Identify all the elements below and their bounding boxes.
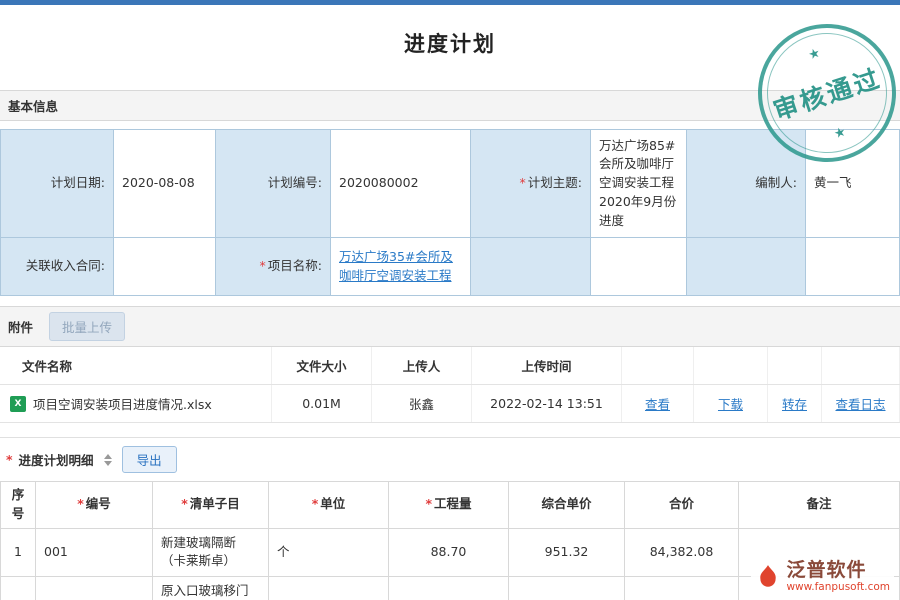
basic-info-table: 计划日期:2020-08-08计划编号:2020080002*计划主题:万达广场…	[0, 129, 900, 296]
detail-cell: 1,173.60	[389, 577, 509, 600]
detail-cell: 2	[1, 577, 36, 600]
detail-cell: 新建玻璃隔断（卡莱斯卓）	[153, 529, 269, 578]
action-cell: 下载	[694, 385, 768, 422]
detail-col-header-7: 备注	[739, 482, 900, 529]
page-title: 进度计划	[0, 28, 900, 58]
plan-subject-value: 万达广场85#会所及咖啡厅空调安装工程2020年9月份进度	[591, 130, 687, 238]
income-contract-label: 关联收入合同:	[1, 238, 114, 296]
uploader-cell: 张鑫	[372, 385, 472, 422]
empty-a-label	[471, 238, 591, 296]
attachment-row: X 项目空调安装项目进度情况.xlsx 0.01M张鑫2022-02-14 13:5…	[0, 385, 900, 423]
attachments-section: 附件 批量上传 文件名称文件大小上传人上传时间 X 项目空调安装项目进度情况.xl…	[0, 306, 900, 423]
required-marker: *	[181, 495, 188, 514]
detail-cell: 001	[36, 529, 153, 578]
attachment-action-link[interactable]: 查看	[645, 394, 670, 413]
plan-date-label: 计划日期:	[1, 130, 114, 238]
action-cell: 查看日志	[822, 385, 900, 422]
stamp-star-icon: ★	[807, 46, 823, 64]
attach-col-header-action	[694, 347, 768, 384]
detail-col-header-0: 序号	[1, 482, 36, 529]
plan-details-header-bar: * 进度计划明细 导出	[0, 438, 900, 481]
attachments-table: 文件名称文件大小上传人上传时间 X 项目空调安装项目进度情况.xlsx 0.01M张…	[0, 347, 900, 423]
detail-col-header-6: 合价	[625, 482, 739, 529]
basic-info-row-1: 计划日期:2020-08-08计划编号:2020080002*计划主题:万达广场…	[1, 130, 900, 238]
empty-b-label	[687, 238, 806, 296]
project-name-label: *项目名称:	[216, 238, 331, 296]
attachment-action-link[interactable]: 下载	[718, 394, 743, 413]
detail-cell: 484.96	[509, 577, 625, 600]
income-contract-value	[114, 238, 216, 296]
excel-file-icon: X	[10, 396, 26, 412]
basic-info-row-2: 关联收入合同: *项目名称:万达广场35#会所及咖啡厅空调安装工程	[1, 238, 900, 296]
attach-col-header-0: 文件名称	[0, 347, 272, 384]
detail-cell: 个	[269, 577, 389, 600]
required-marker: *	[77, 495, 84, 514]
detail-cell: 88.70	[389, 529, 509, 578]
attachments-section-title: 附件	[8, 317, 33, 336]
plan-details-table-header: 序号*编号*清单子目*单位*工程量综合单价合价备注	[1, 482, 900, 529]
detail-col-header-1: *编号	[36, 482, 153, 529]
action-cell: 转存	[768, 385, 822, 422]
action-cell: 查看	[622, 385, 694, 422]
attach-col-header-1: 文件大小	[272, 347, 372, 384]
detail-cell: 个	[269, 529, 389, 578]
attach-col-header-action	[622, 347, 694, 384]
fanpu-logo-icon	[755, 564, 781, 590]
attach-col-header-3: 上传时间	[472, 347, 622, 384]
detail-cell: 002	[36, 577, 153, 600]
detail-cell: 1	[1, 529, 36, 578]
detail-cell: 84,382.08	[625, 529, 739, 578]
project-name-link[interactable]: 万达广场35#会所及咖啡厅空调安装工程	[339, 248, 462, 286]
required-marker: *	[312, 495, 319, 514]
export-button[interactable]: 导出	[122, 446, 177, 473]
attach-col-header-action	[822, 347, 900, 384]
vendor-url: www.fanpusoft.com	[786, 581, 890, 593]
plan-details-section-title: 进度计划明细	[19, 450, 94, 469]
vendor-name: 泛普软件	[786, 560, 890, 581]
upload-time-cell: 2022-02-14 13:51	[472, 385, 622, 422]
required-marker: *	[260, 257, 266, 276]
top-accent-bar	[0, 0, 900, 5]
attachments-header-bar: 附件 批量上传	[0, 306, 900, 347]
detail-cell: 原入口玻璃移门拆装、拆除门及隔墙	[153, 577, 269, 600]
required-marker: *	[6, 452, 13, 467]
detail-col-header-5: 综合单价	[509, 482, 625, 529]
progress-plan-page: 进度计划 ★ 审核通过 ★ 基本信息 计划日期:2020-08-08计划编号:2…	[0, 0, 900, 600]
plan-date-value: 2020-08-08	[114, 130, 216, 238]
empty-a-value	[591, 238, 687, 296]
detail-col-header-2: *清单子目	[153, 482, 269, 529]
detail-cell: 951.32	[509, 529, 625, 578]
empty-b-value	[806, 238, 900, 296]
project-name-value: 万达广场35#会所及咖啡厅空调安装工程	[331, 238, 471, 296]
detail-col-header-3: *单位	[269, 482, 389, 529]
file-name-cell: X 项目空调安装项目进度情况.xlsx	[0, 385, 272, 422]
required-marker: *	[425, 495, 432, 514]
stamp-star-icon: ★	[832, 124, 848, 142]
sort-icon[interactable]	[104, 454, 112, 466]
stamp-text: 审核通过	[768, 59, 886, 128]
attachment-action-link[interactable]: 转存	[782, 394, 807, 413]
detail-cell: 569,149.06	[625, 577, 739, 600]
attach-col-header-action	[768, 347, 822, 384]
detail-col-header-4: *工程量	[389, 482, 509, 529]
batch-upload-button[interactable]: 批量上传	[49, 312, 125, 341]
file-name-text: 项目空调安装项目进度情况.xlsx	[33, 394, 212, 413]
attachments-table-header: 文件名称文件大小上传人上传时间	[0, 347, 900, 385]
plan-no-value: 2020080002	[331, 130, 471, 238]
plan-subject-label: *计划主题:	[471, 130, 591, 238]
required-marker: *	[520, 174, 526, 193]
file-size-cell: 0.01M	[272, 385, 372, 422]
attach-col-header-2: 上传人	[372, 347, 472, 384]
plan-no-label: 计划编号:	[216, 130, 331, 238]
attachments-table-body: X 项目空调安装项目进度情况.xlsx 0.01M张鑫2022-02-14 13:5…	[0, 385, 900, 423]
attachment-action-link[interactable]: 查看日志	[835, 394, 885, 413]
vendor-watermark: 泛普软件 www.fanpusoft.com	[751, 558, 894, 595]
